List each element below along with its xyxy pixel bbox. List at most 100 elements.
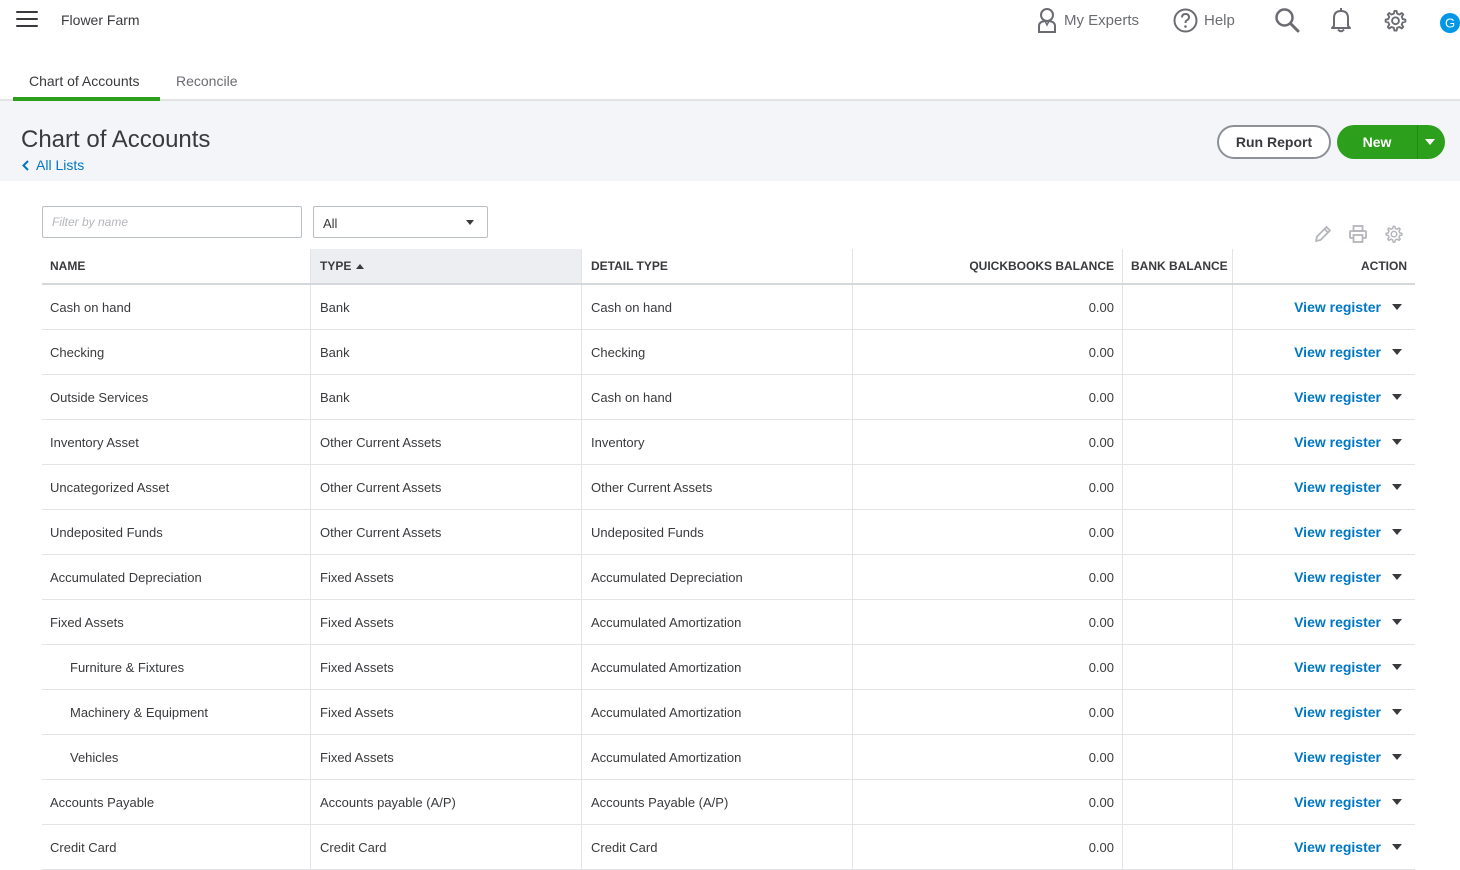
edit-button[interactable]: [1313, 224, 1333, 247]
quickbooks-balance: 0.00: [853, 375, 1123, 419]
chevron-down-icon[interactable]: [1392, 619, 1402, 625]
table-row[interactable]: Credit Card Credit Card Credit Card 0.00 Vie…: [42, 825, 1415, 870]
account-type: Fixed Assets: [311, 645, 582, 689]
table-row[interactable]: Uncategorized Asset Other Current Assets O…: [42, 465, 1415, 510]
my-experts-button[interactable]: My Experts: [1036, 6, 1139, 34]
company-name: Flower Farm: [61, 12, 140, 28]
type-filter-value: All: [323, 216, 338, 231]
quickbooks-balance: 0.00: [853, 735, 1123, 779]
avatar-initial: G: [1445, 16, 1455, 31]
table-row[interactable]: Undeposited Funds Other Current Assets Und…: [42, 510, 1415, 555]
menu-icon[interactable]: [16, 11, 38, 27]
chevron-down-icon[interactable]: [1392, 304, 1402, 310]
view-register-link[interactable]: View register: [1294, 434, 1381, 450]
settings-button[interactable]: [1383, 6, 1408, 34]
table-row[interactable]: Machinery & Equipment Fixed Assets Accumul…: [42, 690, 1415, 735]
all-lists-link[interactable]: All Lists: [22, 157, 84, 173]
table-row[interactable]: Cash on hand Bank Cash on hand 0.00 View reg…: [42, 285, 1415, 330]
bank-balance: [1123, 735, 1233, 779]
table-settings-button[interactable]: [1384, 224, 1404, 247]
quickbooks-balance: 0.00: [853, 465, 1123, 509]
search-button[interactable]: [1274, 6, 1300, 34]
help-button[interactable]: Help: [1173, 6, 1235, 34]
bank-balance: [1123, 285, 1233, 329]
run-report-button[interactable]: Run Report: [1217, 125, 1331, 159]
tab-bar: Chart of Accounts Reconcile: [0, 64, 1460, 101]
chevron-down-icon[interactable]: [1392, 484, 1402, 490]
action-cell: View register: [1233, 690, 1415, 734]
action-cell: View register: [1233, 780, 1415, 824]
table-row[interactable]: Vehicles Fixed Assets Accumulated Amortiza…: [42, 735, 1415, 780]
account-type: Fixed Assets: [311, 555, 582, 599]
user-avatar[interactable]: G: [1440, 9, 1460, 37]
new-dropdown-icon[interactable]: [1425, 139, 1435, 145]
tab-chart-of-accounts[interactable]: Chart of Accounts: [29, 73, 140, 89]
view-register-link[interactable]: View register: [1294, 479, 1381, 495]
chevron-down-icon[interactable]: [1392, 439, 1402, 445]
view-register-link[interactable]: View register: [1294, 749, 1381, 765]
chevron-down-icon[interactable]: [1392, 664, 1402, 670]
column-header-bank-balance[interactable]: BANK BALANCE: [1123, 249, 1233, 283]
column-header-name[interactable]: NAME: [42, 249, 311, 283]
account-name: Accumulated Depreciation: [42, 555, 311, 599]
action-cell: View register: [1233, 510, 1415, 554]
table-row[interactable]: Accumulated Depreciation Fixed Assets Accu…: [42, 555, 1415, 600]
account-type: Accounts payable (A/P): [311, 780, 582, 824]
table-row[interactable]: Fixed Assets Fixed Assets Accumulated Amor…: [42, 600, 1415, 645]
view-register-link[interactable]: View register: [1294, 299, 1381, 315]
tab-reconcile[interactable]: Reconcile: [176, 73, 237, 89]
page-title: Chart of Accounts: [21, 126, 211, 153]
table-row[interactable]: Accounts Payable Accounts payable (A/P) Ac…: [42, 780, 1415, 825]
print-button[interactable]: [1348, 224, 1368, 247]
action-cell: View register: [1233, 645, 1415, 689]
quickbooks-balance: 0.00: [853, 510, 1123, 554]
quickbooks-balance: 0.00: [853, 330, 1123, 374]
table-row[interactable]: Furniture & Fixtures Fixed Assets Accumula…: [42, 645, 1415, 690]
chevron-down-icon[interactable]: [1392, 799, 1402, 805]
quickbooks-balance: 0.00: [853, 825, 1123, 869]
table-row[interactable]: Outside Services Bank Cash on hand 0.00 View…: [42, 375, 1415, 420]
chevron-down-icon[interactable]: [1392, 529, 1402, 535]
column-header-type[interactable]: TYPE: [311, 249, 582, 283]
bank-balance: [1123, 420, 1233, 464]
view-register-link[interactable]: View register: [1294, 659, 1381, 675]
new-button[interactable]: New: [1337, 125, 1445, 159]
view-register-link[interactable]: View register: [1294, 794, 1381, 810]
view-register-link[interactable]: View register: [1294, 704, 1381, 720]
account-name: Furniture & Fixtures: [42, 645, 311, 689]
account-detail-type: Accounts Payable (A/P): [582, 780, 853, 824]
bank-balance: [1123, 825, 1233, 869]
view-register-link[interactable]: View register: [1294, 569, 1381, 585]
notifications-button[interactable]: [1330, 6, 1352, 34]
view-register-link[interactable]: View register: [1294, 524, 1381, 540]
table-header-row: NAME TYPE DETAIL TYPE QUICKBOOKS BALANCE…: [42, 249, 1415, 285]
chevron-down-icon[interactable]: [1392, 709, 1402, 715]
account-type: Other Current Assets: [311, 510, 582, 554]
table-row[interactable]: Inventory Asset Other Current Assets Inven…: [42, 420, 1415, 465]
type-filter-select[interactable]: All: [313, 206, 488, 238]
bank-balance: [1123, 375, 1233, 419]
chevron-down-icon[interactable]: [1392, 754, 1402, 760]
action-cell: View register: [1233, 735, 1415, 779]
chevron-down-icon[interactable]: [1392, 349, 1402, 355]
help-icon: [1173, 8, 1198, 32]
action-cell: View register: [1233, 465, 1415, 509]
view-register-link[interactable]: View register: [1294, 614, 1381, 630]
search-icon: [1275, 8, 1300, 33]
action-cell: View register: [1233, 285, 1415, 329]
view-register-link[interactable]: View register: [1294, 839, 1381, 855]
account-type: Bank: [311, 330, 582, 374]
column-header-quickbooks-balance-label: QUICKBOOKS BALANCE: [969, 259, 1114, 273]
chevron-down-icon[interactable]: [1392, 844, 1402, 850]
chevron-down-icon[interactable]: [1392, 394, 1402, 400]
view-register-link[interactable]: View register: [1294, 389, 1381, 405]
table-row[interactable]: Checking Bank Checking 0.00 View register: [42, 330, 1415, 375]
action-cell: View register: [1233, 825, 1415, 869]
column-header-detail-type[interactable]: DETAIL TYPE: [582, 249, 853, 283]
filter-by-name-input[interactable]: [42, 206, 302, 238]
chevron-down-icon[interactable]: [1392, 574, 1402, 580]
view-register-link[interactable]: View register: [1294, 344, 1381, 360]
column-header-quickbooks-balance[interactable]: QUICKBOOKS BALANCE: [853, 249, 1123, 283]
bank-balance: [1123, 555, 1233, 599]
chevron-left-icon: [22, 159, 29, 171]
